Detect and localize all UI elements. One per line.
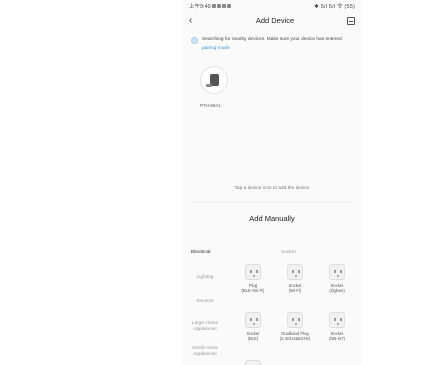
- tile-label: Socket (NB-IoT): [317, 331, 357, 341]
- searching-spinner-icon: [191, 37, 198, 44]
- device-tile[interactable]: Socket (Wi-Fi): [275, 264, 315, 293]
- socket-icon: [329, 312, 345, 328]
- socket-icon: [245, 360, 261, 365]
- status-left: 上午9:49: [189, 2, 231, 10]
- tile-label-line2: (Wi-Fi): [288, 288, 302, 294]
- notification-icon: [216, 3, 221, 8]
- page-title: Add Device: [255, 16, 295, 25]
- phone-screen: 上午9:49 ✱ 5ıl 5ıl 令 (55) ‹ Add Device Sea…: [183, 0, 361, 365]
- section-title: Socket: [281, 250, 296, 255]
- category-item-small-home-appliances[interactable]: Small Home Appliances: [183, 346, 227, 358]
- category-item-lighting[interactable]: Lighting: [183, 275, 227, 281]
- category-item-electrical[interactable]: Electrical: [183, 250, 227, 256]
- tile-label: Socket (Zigbee): [317, 283, 357, 293]
- socket-icon: [245, 264, 261, 280]
- device-tile[interactable]: Dualband Plug (2.4GHz&5GHz): [275, 312, 315, 341]
- socket-icon: [329, 264, 345, 280]
- socket-icon: [245, 312, 261, 328]
- tile-label-line2: (NB-IoT): [328, 336, 346, 342]
- searching-text: Searching for nearby devices. Make sure …: [202, 36, 353, 53]
- device-tile[interactable]: Socket (NB-IoT): [317, 312, 357, 341]
- tap-hint: Tap a device icon to add the device: [234, 186, 310, 191]
- socket-icon: [287, 312, 303, 328]
- pairing-mode-link[interactable]: pairing mode: [202, 46, 230, 51]
- tile-label: Socket (BLE): [233, 331, 273, 341]
- tile-label: Socket (Wi-Fi): [275, 283, 315, 293]
- socket-icon: [287, 264, 303, 280]
- status-time: 上午9:49: [189, 3, 211, 10]
- chevron-left-icon[interactable]: ‹: [189, 15, 203, 26]
- add-manually-title: Add Manually: [249, 214, 295, 223]
- notification-icon: [226, 3, 231, 8]
- nav-bar: ‹ Add Device: [183, 11, 361, 30]
- tile-label: Dualband Plug (2.4GHz&5GHz): [275, 331, 315, 341]
- device-tile[interactable]: Plug (BLE+Wi-Fi): [233, 264, 273, 293]
- device-tile[interactable]: Socket (BLE): [233, 312, 273, 341]
- found-device-button[interactable]: [200, 66, 228, 94]
- status-bar: 上午9:49 ✱ 5ıl 5ıl 令 (55): [183, 0, 361, 11]
- plug-device-icon: [205, 74, 219, 87]
- notification-icon: [211, 3, 216, 8]
- tile-label-line2: (BLE+Wi-Fi): [241, 288, 265, 294]
- status-indicators: ✱ 5ıl 5ıl 令 (55): [314, 3, 355, 10]
- tile-label-line2: (Zigbee): [329, 288, 345, 294]
- tile-label-line2: (BLE): [247, 336, 259, 342]
- tile-label: Plug (BLE+Wi-Fi): [233, 283, 273, 293]
- category-item-large-home-appliances[interactable]: Large Home Appliances: [183, 321, 227, 333]
- searching-message: Searching for nearby devices. Make sure …: [202, 37, 342, 42]
- category-item-sensors[interactable]: Sensors: [183, 299, 227, 305]
- notification-icon: [221, 3, 226, 8]
- device-tile[interactable]: [233, 360, 273, 365]
- device-tile[interactable]: Socket (Zigbee): [317, 264, 357, 293]
- found-device-name: P7H-80A1: [200, 103, 221, 108]
- tile-label-line2: (2.4GHz&5GHz): [279, 336, 311, 342]
- searching-notice: Searching for nearby devices. Make sure …: [183, 30, 361, 53]
- divider: [191, 202, 353, 203]
- scan-icon[interactable]: [346, 16, 355, 25]
